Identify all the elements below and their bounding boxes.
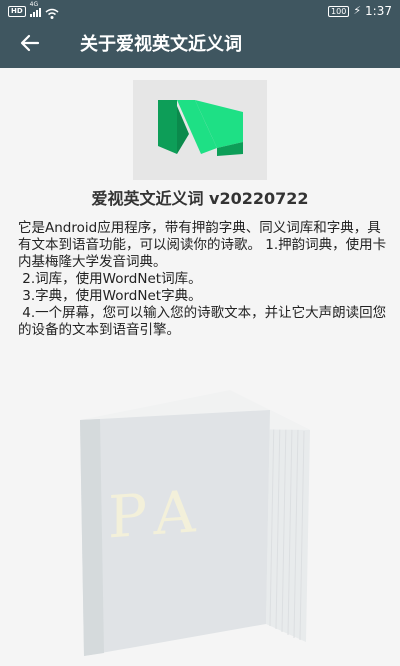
medium-m-logo-icon — [155, 98, 245, 162]
description-paragraph: 它是Android应用程序，带有押韵字典、同义词库和字典，具有文本到语音功能，可… — [18, 220, 387, 270]
status-right: 100 ⚡ 1:37 — [328, 0, 392, 22]
app-version-title: 爱视英文近义词 v20220722 — [91, 189, 309, 208]
wifi-icon — [45, 5, 59, 19]
description-item: 2.词库，使用WordNet词库。 — [18, 271, 202, 287]
watermark-text: PA — [108, 476, 208, 552]
status-left: HD 4G — [8, 0, 59, 22]
hd-icon: HD — [8, 5, 26, 17]
watermark: PA — [70, 380, 330, 660]
signal-icon: 4G — [29, 1, 41, 17]
battery-icon: 100 — [328, 5, 350, 17]
arrow-left-icon — [20, 33, 40, 57]
status-bar: HD 4G 100 ⚡ 1:37 — [0, 0, 400, 22]
charging-icon: ⚡ — [353, 4, 362, 17]
description-item: 3.字典，使用WordNet字典。 — [18, 288, 202, 304]
clock: 1:37 — [365, 4, 392, 18]
back-button[interactable] — [10, 26, 50, 64]
page-title: 关于爱视英文近义词 — [80, 34, 242, 55]
description-item: 4.一个屏幕，您可以输入您的诗歌文本，并让它大声朗读回您的设备的文本到语音引擎。 — [18, 305, 387, 338]
app-logo — [133, 80, 267, 180]
signal-label: 4G — [29, 1, 39, 8]
app-description: 它是Android应用程序，带有押韵字典、同义词库和字典，具有文本到语音功能，可… — [18, 220, 390, 339]
app-bar: 关于爱视英文近义词 — [0, 22, 400, 68]
book-icon — [70, 390, 330, 664]
